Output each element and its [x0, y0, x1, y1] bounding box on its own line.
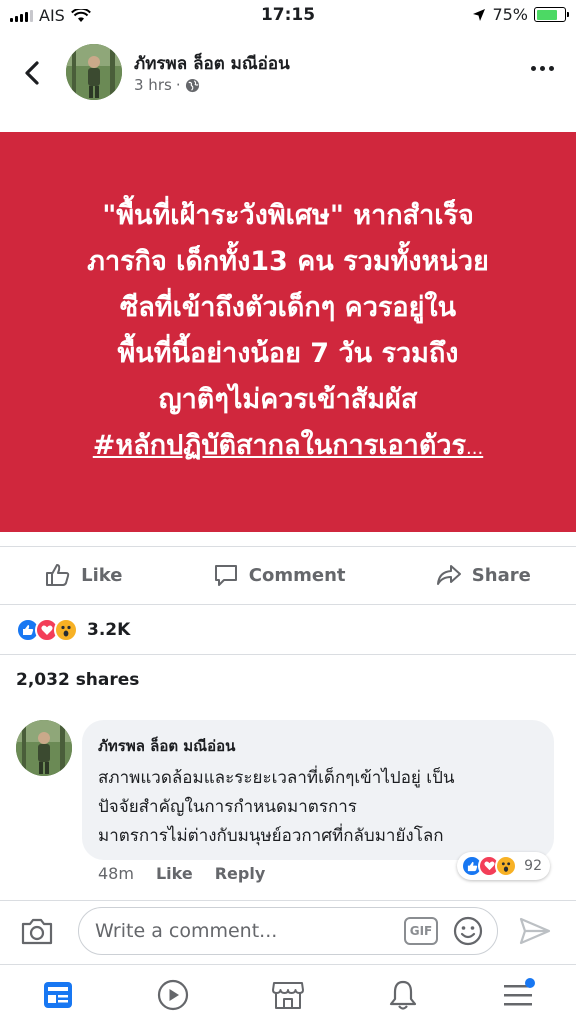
post-text-line: ญาติๆไม่ควรเข้าสัมผัส	[158, 383, 418, 415]
globe-icon	[185, 78, 199, 92]
share-label: Share	[471, 564, 531, 586]
comment-label: Comment	[248, 564, 346, 586]
wow-reaction-icon	[495, 855, 518, 877]
hashtag-link[interactable]: #หลักปฏิบัติสากลในการเอาตัวร...	[93, 423, 483, 472]
location-arrow-icon	[473, 8, 486, 21]
post-text-card: "พื้นที่เฝ้าระวังพิเศษ" หากสำเร็จ ภารกิจ…	[0, 132, 576, 532]
news-feed-icon	[43, 981, 72, 1008]
comment-text-line: ปัจจัยสำคัญในการกำหนดมาตรการ	[98, 797, 357, 817]
comment-reactions[interactable]: 92	[457, 852, 550, 880]
post-text-line: ภารกิจ เด็กทั้ง13 คน รวมทั้งหน่วย	[87, 245, 489, 277]
divider	[0, 546, 576, 547]
emoji-icon[interactable]	[452, 915, 484, 947]
meta-separator: ·	[175, 76, 181, 94]
camera-icon[interactable]	[20, 915, 54, 947]
comment-bubble-icon	[214, 565, 237, 586]
tab-watch[interactable]	[148, 970, 198, 1020]
divider	[0, 654, 576, 655]
like-label: Like	[81, 564, 123, 586]
comment-like-button[interactable]: Like	[156, 864, 193, 883]
battery-icon	[534, 7, 569, 22]
notifications-icon	[390, 980, 417, 1010]
battery-percent: 75%	[492, 5, 528, 24]
comment-reply-button[interactable]: Reply	[215, 864, 266, 883]
comment-text-line: มาตรการไม่ต่างกับมนุษย์อวกาศที่กลับมายัง…	[98, 826, 444, 846]
status-bar: AIS 17:15 75%	[0, 0, 576, 30]
send-icon[interactable]	[518, 915, 552, 947]
back-arrow-icon[interactable]	[18, 58, 48, 88]
post-text-line: ซีลที่เข้าถึงตัวเด็กๆ ควรอยู่ใน	[119, 291, 457, 323]
more-options-icon[interactable]	[531, 66, 554, 71]
divider	[0, 604, 576, 605]
post-meta: 3 hrs ·	[134, 76, 200, 94]
comment-time: 48m	[98, 864, 134, 883]
share-count[interactable]: 2,032 shares	[16, 670, 139, 690]
hashtag-text[interactable]: #หลักปฏิบัติสากลในการเอาตัวร	[93, 430, 466, 461]
comment-bubble[interactable]: ภัทรพล ล็อต มณีอ่อน สภาพแวดล้อมและระยะเว…	[82, 720, 554, 860]
see-more-ellipsis[interactable]: ...	[466, 438, 483, 459]
share-button[interactable]: Share	[436, 563, 531, 587]
tab-marketplace[interactable]	[263, 970, 313, 1020]
share-arrow-icon	[436, 565, 461, 585]
reaction-summary[interactable]: 3.2K	[16, 618, 130, 642]
bottom-tab-bar	[0, 964, 576, 1024]
wow-reaction-icon	[54, 618, 78, 642]
menu-notification-dot	[525, 977, 536, 988]
gif-button[interactable]: GIF	[404, 917, 438, 945]
watch-icon	[157, 979, 188, 1010]
tab-notifications[interactable]	[378, 970, 428, 1020]
marketplace-icon	[271, 981, 304, 1009]
reaction-count: 3.2K	[87, 620, 131, 640]
like-button[interactable]: Like	[45, 563, 122, 587]
comment-composer: Write a comment... GIF	[0, 900, 576, 960]
comment-reaction-count: 92	[524, 858, 542, 874]
comment-button[interactable]: Comment	[213, 563, 346, 587]
comment-meta: 48m Like Reply	[98, 864, 265, 883]
commenter-avatar[interactable]	[16, 720, 72, 776]
post-actions: Like Comment Share	[0, 552, 576, 598]
author-name[interactable]: ภัทรพล ล็อต มณีอ่อน	[134, 50, 290, 77]
post-header: ภัทรพล ล็อต มณีอ่อน 3 hrs ·	[0, 40, 576, 110]
post-text-line: พื้นที่นี้อย่างน้อย 7 วัน รวมถึง	[117, 337, 459, 369]
tab-news-feed[interactable]	[33, 970, 83, 1020]
comment-text-line: สภาพแวดล้อมและระยะเวลาที่เด็กๆเข้าไปอยู่…	[98, 768, 455, 788]
post-time[interactable]: 3 hrs	[134, 76, 172, 94]
author-avatar[interactable]	[66, 44, 122, 100]
battery-info: 75%	[472, 5, 569, 24]
thumbs-up-icon	[46, 564, 70, 586]
tab-menu[interactable]	[493, 970, 543, 1020]
post-text-line: "พื้นที่เฝ้าระวังพิเศษ" หากสำเร็จ	[102, 199, 474, 231]
commenter-name[interactable]: ภัทรพล ล็อต มณีอ่อน	[98, 734, 538, 758]
